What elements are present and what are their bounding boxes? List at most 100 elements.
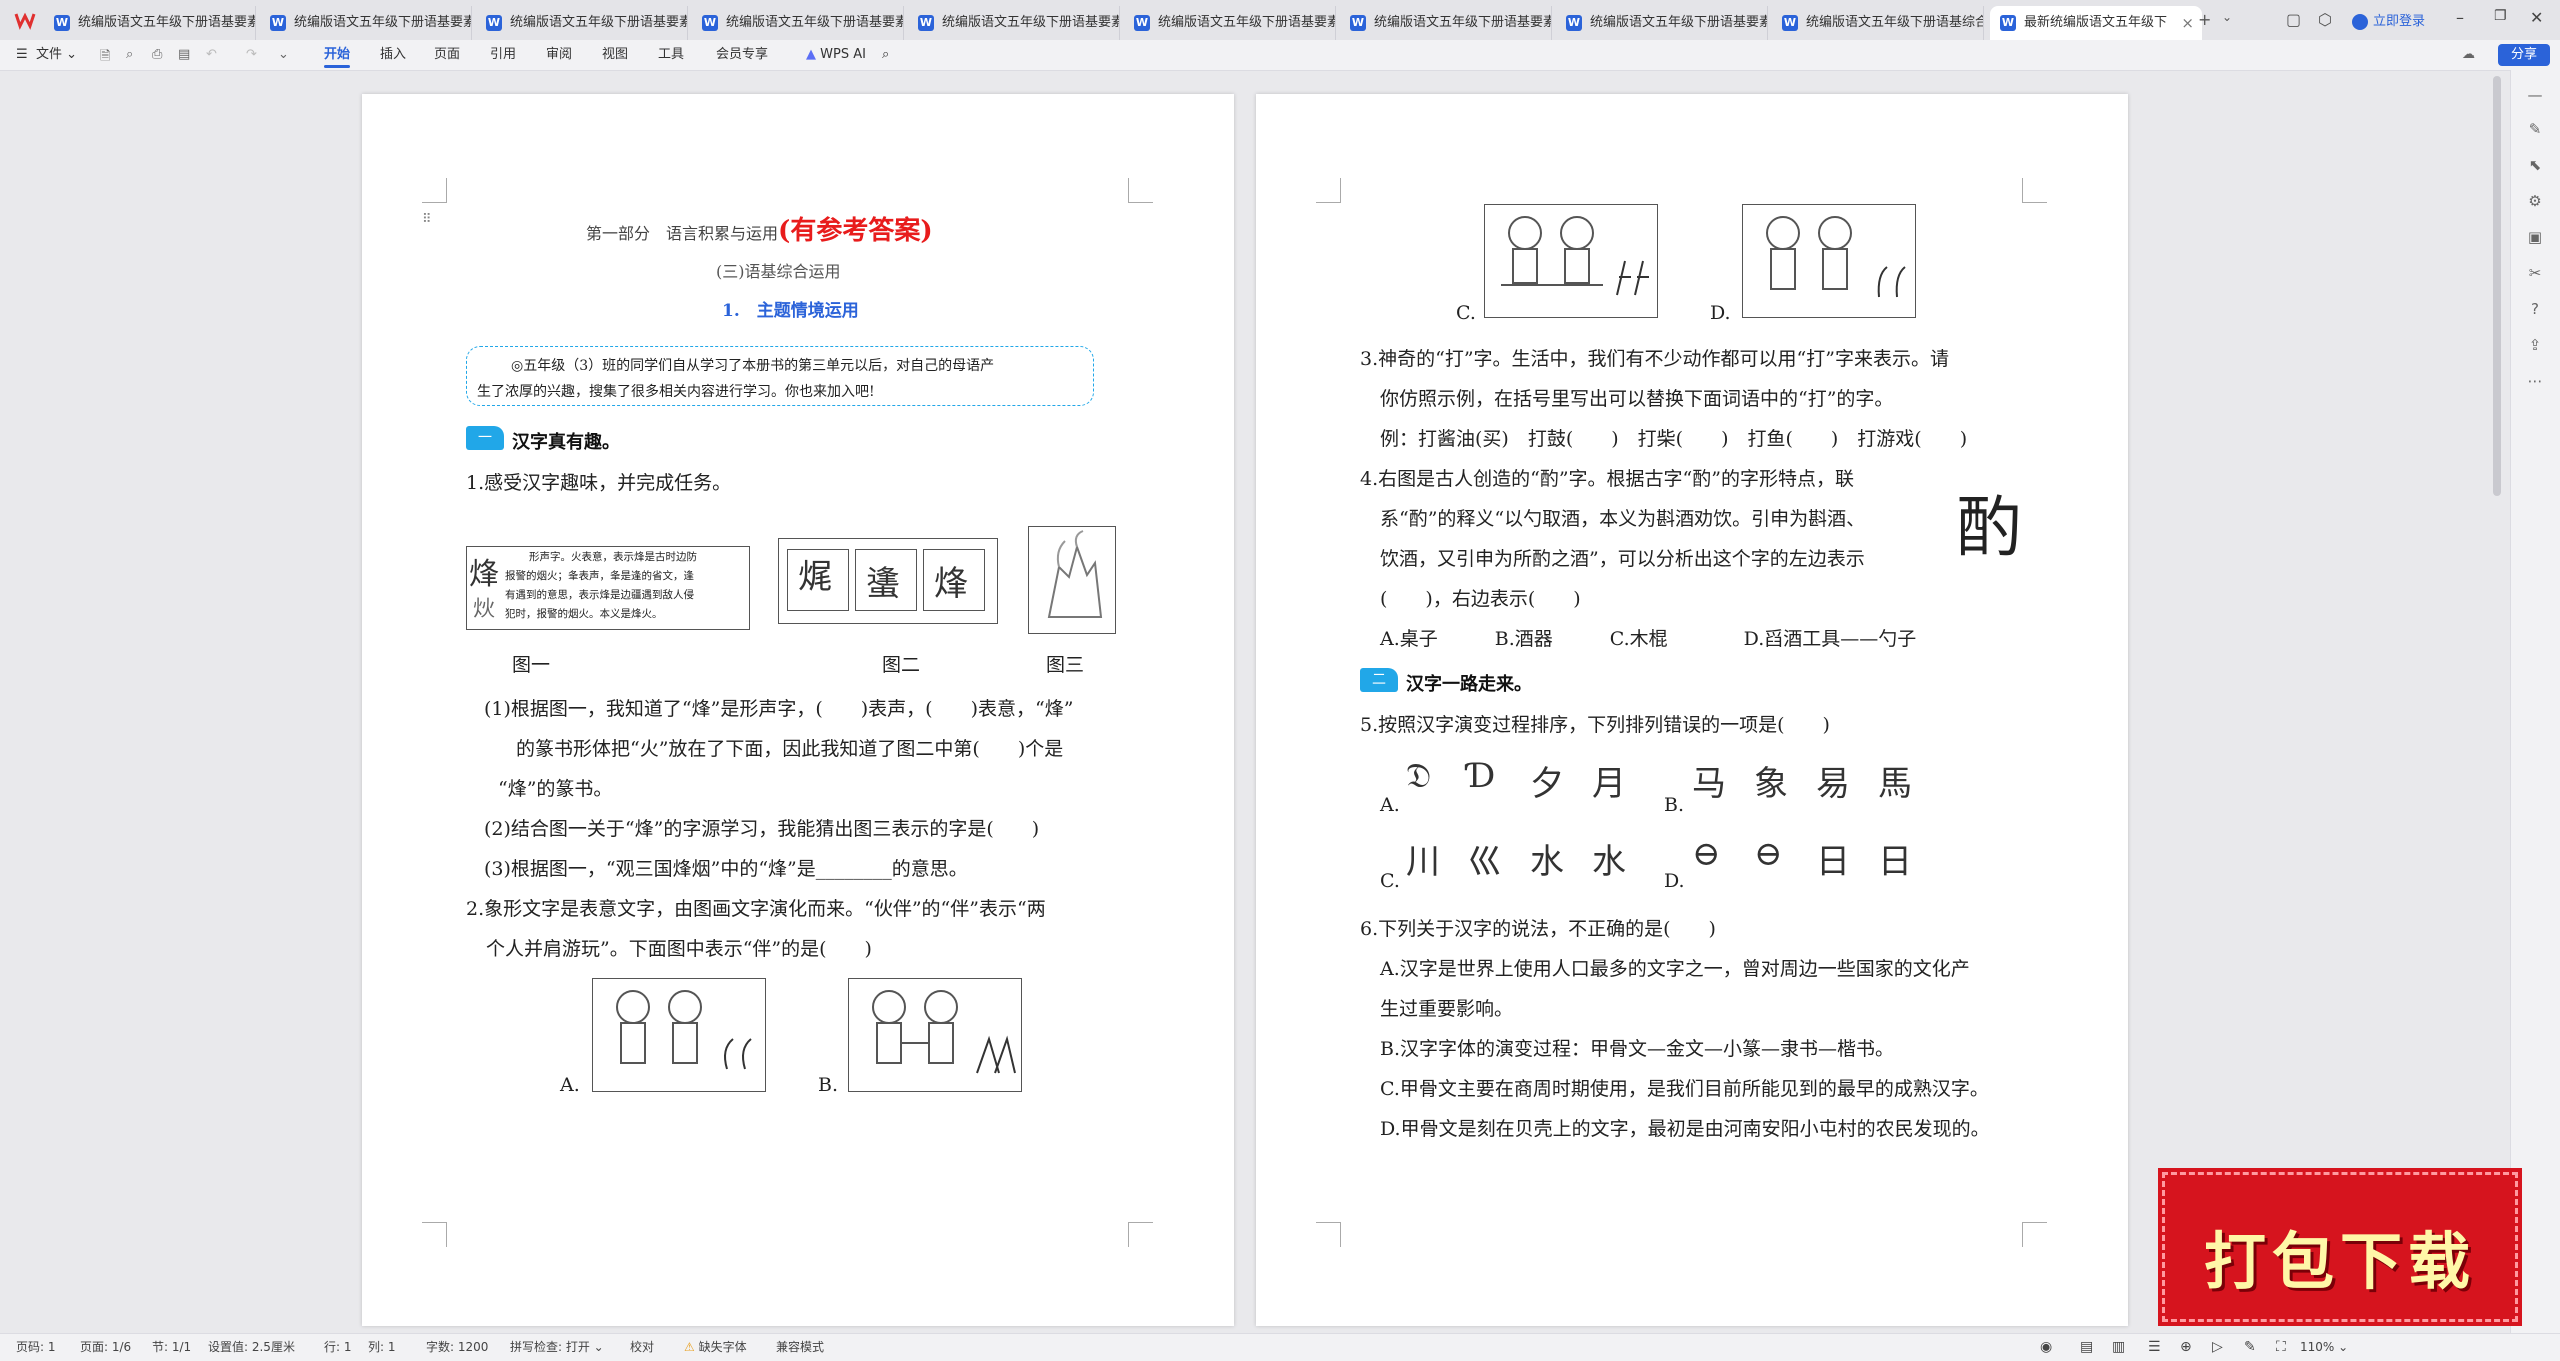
figure-1: 烽 炏 形声字。火表意，表示烽是古时边防 报警的烟火；夆表声，夆是逢的省文，逢 … <box>466 546 750 630</box>
window-tile-icon[interactable]: ▢ <box>2286 10 2301 29</box>
cube-icon[interactable]: ⬡ <box>2318 10 2332 29</box>
option-c-illustration <box>1484 204 1658 318</box>
status-col[interactable]: 列: 1 <box>368 1334 396 1361</box>
page-view-icon[interactable]: ▤ <box>2080 1334 2093 1361</box>
status-compat-mode[interactable]: 兼容模式 <box>776 1334 824 1361</box>
word-doc-icon: W <box>486 15 502 31</box>
web-view-icon[interactable]: ⊕ <box>2180 1334 2192 1361</box>
section-heading: 汉字一路走来。 <box>1406 674 1532 695</box>
rail-settings-icon[interactable]: ⚙ <box>2524 192 2546 210</box>
status-row[interactable]: 行: 1 <box>324 1334 352 1361</box>
spell-check-menu[interactable]: 拼写检查: 打开 ⌄ <box>510 1334 604 1361</box>
minimize-icon[interactable]: – <box>2456 8 2464 27</box>
rail-more-icon[interactable]: ⋯ <box>2524 372 2546 390</box>
save-icon[interactable]: 🗎 <box>100 47 110 69</box>
tab-document[interactable]: W 统编版语文五年级下册语基要素 <box>1124 6 1336 40</box>
play-icon[interactable]: ▷ <box>2212 1334 2223 1361</box>
outline-view-icon[interactable]: ☰ <box>2148 1334 2161 1361</box>
option-label: D. <box>1710 302 1731 324</box>
evolution-glyph: 巛 <box>1468 842 1502 882</box>
rail-pen-icon[interactable]: ✎ <box>2524 120 2546 138</box>
crop-mark <box>422 178 447 203</box>
rail-select-icon[interactable]: ⬉ <box>2524 156 2546 174</box>
option-label: A. <box>1380 794 1400 816</box>
rail-share-icon[interactable]: ⇪ <box>2524 336 2546 354</box>
evolution-glyph: ⊖ <box>1692 834 1721 874</box>
menu-tab[interactable]: 插入 <box>380 40 406 70</box>
file-menu[interactable]: 文件 ⌄ <box>36 40 77 70</box>
more-chevron-icon[interactable]: ⌄ <box>278 47 289 62</box>
vertical-scrollbar[interactable] <box>2493 76 2501 496</box>
question-text: 6.下列关于汉字的说法，不正确的是( ) <box>1360 918 1716 940</box>
menu-tab[interactable]: 会员专享 <box>716 40 768 70</box>
status-pages[interactable]: 页面: 1/6 <box>80 1334 131 1361</box>
word-doc-icon: W <box>54 15 70 31</box>
rail-collapse-icon[interactable]: — <box>2524 86 2546 104</box>
menu-bar: ☰ 文件 ⌄ 🗎 ⌕ ⎙ ▤ ↶ ↷ ⌄ 开始 插入 页面 引用 审阅 视图 工具 会员专享 … <box>0 40 2560 71</box>
missing-font-indicator[interactable]: ⚠ 缺失字体 <box>684 1334 747 1361</box>
undo-icon[interactable]: ↶ <box>206 47 217 62</box>
drag-handle-icon[interactable]: ⠿ <box>422 212 432 227</box>
document-page-2[interactable]: C. D. 3.神奇的“打”字。生活中，我们有不少动作都可以用“打”字来表示。请… <box>1256 94 2128 1326</box>
tab-document[interactable]: W 统编版语文五年级下册语基要素 <box>260 6 472 40</box>
tab-document[interactable]: W 统编版语文五年级下册语基要素 <box>1340 6 1552 40</box>
tab-document[interactable]: W 统编版语文五年级下册语基要素 <box>908 6 1120 40</box>
seal-char-box: 䗬 <box>855 549 917 611</box>
share-button[interactable]: 分享 <box>2498 44 2550 66</box>
login-button[interactable]: 立即登录 <box>2352 10 2425 30</box>
section-title: 1. 主题情境运用 <box>722 301 859 321</box>
menu-tab[interactable]: 页面 <box>434 40 460 70</box>
tab-document[interactable]: W 统编版语文五年级下册语基要素 <box>44 6 256 40</box>
question-text: 的篆书形体把“火”放在了下面，因此我知道了图二中第( )个是 <box>516 738 1064 760</box>
menu-tab[interactable]: 引用 <box>490 40 516 70</box>
status-proof[interactable]: 校对 <box>630 1334 654 1361</box>
download-banner[interactable]: 打包下载 <box>2162 1172 2518 1322</box>
annotate-icon[interactable]: ✎ <box>2244 1334 2256 1361</box>
cloud-sync-icon[interactable]: ☁ <box>2462 47 2475 62</box>
evolution-glyph: 水 <box>1592 842 1626 882</box>
wps-logo-icon[interactable] <box>14 10 36 30</box>
redo-icon[interactable]: ↷ <box>246 47 257 62</box>
figure-3 <box>1028 526 1116 634</box>
document-page-1[interactable]: ⠿ 第一部分 语言积累与运用(有参考答案) (三)语基综合运用 1. 主题情境运… <box>362 94 1234 1326</box>
print-preview-icon[interactable]: ▤ <box>178 47 190 62</box>
tab-document[interactable]: W 统编版语文五年级下册语基要素 <box>692 6 904 40</box>
crop-mark <box>1128 1222 1153 1247</box>
status-page-code[interactable]: 页码: 1 <box>16 1334 56 1361</box>
evolution-glyph: 月 <box>1592 764 1626 804</box>
fullscreen-icon[interactable]: ⛶ <box>2276 1334 2286 1361</box>
restore-icon[interactable]: ❐ <box>2494 8 2507 24</box>
menu-tab[interactable]: 审阅 <box>546 40 572 70</box>
status-section[interactable]: 节: 1/1 <box>152 1334 191 1361</box>
section-number-icon: 一 <box>466 426 504 450</box>
option-d-illustration <box>1742 204 1916 318</box>
rail-help-icon[interactable]: ? <box>2524 300 2546 318</box>
tab-document[interactable]: W 统编版语文五年级下册语基要素 <box>1556 6 1768 40</box>
menu-tab[interactable]: 开始 <box>324 40 351 70</box>
word-doc-icon: W <box>1350 15 1366 31</box>
new-tab-icon[interactable]: + <box>2198 10 2211 29</box>
menu-tab[interactable]: 工具 <box>658 40 684 70</box>
open-icon[interactable]: ⌕ <box>126 47 133 62</box>
wps-ai-menu[interactable]: ▲ WPS AI <box>806 40 866 70</box>
question-text: 4.右图是古人创造的“酌”字。根据古字“酌”的字形特点，联 <box>1360 468 1854 490</box>
tab-document[interactable]: W 统编版语文五年级下册语基综合 <box>1772 6 1984 40</box>
close-tab-icon[interactable]: × <box>2181 6 2194 40</box>
rail-image-icon[interactable]: ▣ <box>2524 228 2546 246</box>
status-setting[interactable]: 设置值: 2.5厘米 <box>208 1334 295 1361</box>
zoom-menu[interactable]: 110% ⌄ <box>2300 1334 2348 1361</box>
close-window-icon[interactable]: ✕ <box>2530 8 2543 27</box>
layout-view-icon[interactable]: ▥ <box>2112 1334 2125 1361</box>
evolution-glyph: 𝔇 <box>1406 756 1432 796</box>
tab-document[interactable]: W 最新统编版语文五年级下 × <box>1990 6 2202 40</box>
print-icon[interactable]: ⎙ <box>152 47 162 62</box>
eye-icon[interactable]: ◉ <box>2040 1334 2052 1361</box>
search-icon[interactable]: ⌕ <box>882 40 889 70</box>
status-word-count[interactable]: 字数: 1200 <box>426 1334 488 1361</box>
tab-document[interactable]: W 统编版语文五年级下册语基要素 <box>476 6 688 40</box>
menu-tab[interactable]: 视图 <box>602 40 628 70</box>
hamburger-icon[interactable]: ☰ <box>16 40 28 70</box>
rail-tools-icon[interactable]: ✂ <box>2524 264 2546 282</box>
tab-list-chevron-icon[interactable]: ⌄ <box>2222 10 2232 24</box>
intro-line: 生了浓厚的兴趣，搜集了很多相关内容进行学习。你也来加入吧! <box>477 384 875 400</box>
